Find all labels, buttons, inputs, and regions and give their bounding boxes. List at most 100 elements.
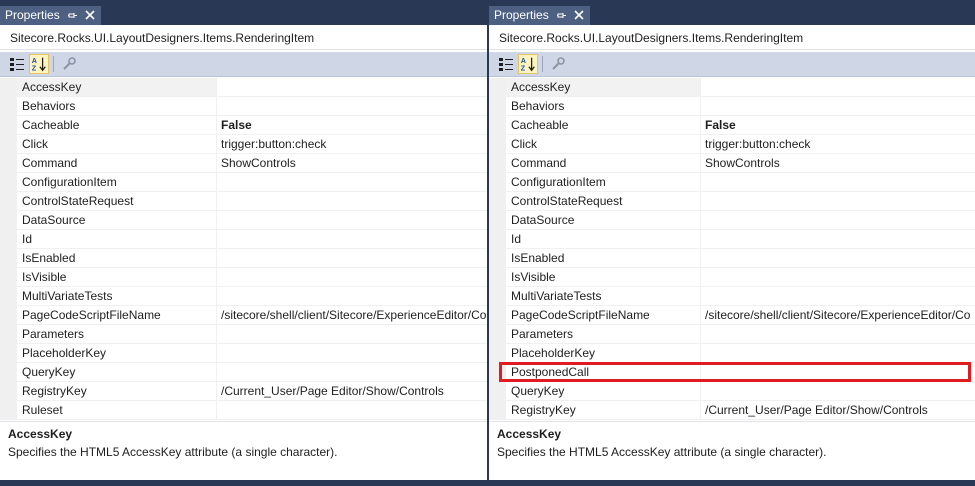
property-name[interactable]: ControlStateRequest [17, 192, 217, 211]
property-row[interactable]: ConfigurationItem [489, 173, 975, 192]
object-name[interactable]: Sitecore.Rocks.UI.LayoutDesigners.Items.… [489, 26, 975, 50]
property-name[interactable]: DataSource [17, 211, 217, 230]
property-name[interactable]: Behaviors [506, 97, 701, 116]
property-value[interactable] [701, 97, 975, 116]
property-value[interactable] [217, 97, 487, 116]
property-row[interactable]: DataSource [489, 211, 975, 230]
property-value[interactable]: trigger:button:check [701, 135, 975, 154]
property-name[interactable]: MultiVariateTests [17, 287, 217, 306]
property-value[interactable] [701, 382, 975, 401]
property-value[interactable] [701, 363, 975, 382]
property-row[interactable]: RegistryKey/Current_User/Page Editor/Sho… [489, 401, 975, 420]
property-row[interactable]: Parameters [489, 325, 975, 344]
property-name[interactable]: PlaceholderKey [506, 344, 701, 363]
property-row[interactable]: QueryKey [489, 382, 975, 401]
property-value[interactable]: /Current_User/Page Editor/Show/Controls [701, 401, 975, 420]
property-row[interactable]: PlaceholderKey [489, 344, 975, 363]
property-value[interactable] [701, 78, 975, 97]
property-value[interactable] [701, 249, 975, 268]
property-name[interactable]: PageCodeScriptFileName [506, 306, 701, 325]
pin-icon[interactable] [68, 6, 78, 25]
property-row[interactable]: MultiVariateTests [489, 287, 975, 306]
property-row[interactable]: IsVisible [0, 268, 487, 287]
alphabetical-icon[interactable]: A Z [29, 54, 49, 74]
property-value[interactable] [217, 344, 487, 363]
property-name[interactable]: QueryKey [17, 363, 217, 382]
property-name[interactable]: Parameters [506, 325, 701, 344]
property-row[interactable]: ControlStateRequest [0, 192, 487, 211]
property-value[interactable] [701, 344, 975, 363]
property-name[interactable]: ConfigurationItem [17, 173, 217, 192]
property-name[interactable]: Behaviors [17, 97, 217, 116]
wrench-icon[interactable] [59, 54, 79, 74]
property-row[interactable]: Ruleset [0, 401, 487, 420]
property-row[interactable]: Id [0, 230, 487, 249]
property-value[interactable] [701, 192, 975, 211]
property-row[interactable]: Command ShowControls [0, 154, 487, 173]
property-name[interactable]: PostponedCall [506, 363, 701, 382]
property-name[interactable]: PlaceholderKey [17, 344, 217, 363]
property-value[interactable] [701, 287, 975, 306]
property-name[interactable]: Click [506, 135, 701, 154]
property-row[interactable]: Command ShowControls [489, 154, 975, 173]
alphabetical-icon[interactable]: A Z [518, 54, 538, 74]
property-row[interactable]: PageCodeScriptFileName/sitecore/shell/cl… [0, 306, 487, 325]
property-value[interactable] [217, 249, 487, 268]
property-value[interactable]: trigger:button:check [217, 135, 487, 154]
property-value[interactable] [217, 211, 487, 230]
property-name[interactable]: Click [17, 135, 217, 154]
property-name[interactable]: PageCodeScriptFileName [17, 306, 217, 325]
property-value[interactable] [217, 401, 487, 420]
property-name[interactable]: AccessKey [17, 78, 217, 97]
property-row[interactable]: AccessKey [0, 78, 487, 97]
property-name[interactable]: IsEnabled [17, 249, 217, 268]
wrench-icon[interactable] [548, 54, 568, 74]
property-name[interactable]: Id [17, 230, 217, 249]
property-value[interactable] [701, 211, 975, 230]
property-row[interactable]: Parameters [0, 325, 487, 344]
property-row[interactable]: AccessKey [489, 78, 975, 97]
property-name[interactable]: IsEnabled [506, 249, 701, 268]
property-value[interactable] [217, 268, 487, 287]
property-row[interactable]: PostponedCall [489, 363, 975, 382]
property-row[interactable]: MultiVariateTests [0, 287, 487, 306]
property-name[interactable]: DataSource [506, 211, 701, 230]
properties-tab[interactable]: Properties [0, 6, 101, 25]
property-value[interactable] [217, 363, 487, 382]
property-name[interactable]: Id [506, 230, 701, 249]
property-value[interactable]: /sitecore/shell/client/Sitecore/Experien… [217, 306, 487, 325]
property-value[interactable] [217, 173, 487, 192]
property-value[interactable] [217, 287, 487, 306]
property-value[interactable] [217, 325, 487, 344]
property-value[interactable]: ShowControls [217, 154, 487, 173]
property-row[interactable]: ControlStateRequest [489, 192, 975, 211]
property-row[interactable]: QueryKey [0, 363, 487, 382]
property-name[interactable]: RegistryKey [506, 401, 701, 420]
property-row[interactable]: IsEnabled [0, 249, 487, 268]
property-value[interactable] [701, 325, 975, 344]
property-value[interactable]: /Current_User/Page Editor/Show/Controls [217, 382, 487, 401]
property-row[interactable]: Cacheable False [489, 116, 975, 135]
property-value[interactable] [701, 173, 975, 192]
property-value[interactable]: /sitecore/shell/client/Sitecore/Experien… [701, 306, 975, 325]
object-name[interactable]: Sitecore.Rocks.UI.LayoutDesigners.Items.… [0, 26, 487, 50]
property-name[interactable]: Cacheable [506, 116, 701, 135]
property-row[interactable]: Click trigger:button:check [0, 135, 487, 154]
property-value[interactable] [701, 230, 975, 249]
property-name[interactable]: Ruleset [17, 401, 217, 420]
categorized-icon[interactable] [496, 54, 516, 74]
property-row[interactable]: Behaviors [489, 97, 975, 116]
property-value[interactable]: False [701, 116, 975, 135]
property-row[interactable]: PlaceholderKey [0, 344, 487, 363]
property-row[interactable]: Id [489, 230, 975, 249]
property-name[interactable]: Command [17, 154, 217, 173]
property-value[interactable] [217, 230, 487, 249]
property-name[interactable]: IsVisible [506, 268, 701, 287]
property-row[interactable]: IsEnabled [489, 249, 975, 268]
pin-icon[interactable] [557, 6, 567, 25]
property-row[interactable]: Behaviors [0, 97, 487, 116]
property-value[interactable] [217, 192, 487, 211]
properties-tab[interactable]: Properties [489, 6, 590, 25]
property-row[interactable]: IsVisible [489, 268, 975, 287]
property-value[interactable]: ShowControls [701, 154, 975, 173]
